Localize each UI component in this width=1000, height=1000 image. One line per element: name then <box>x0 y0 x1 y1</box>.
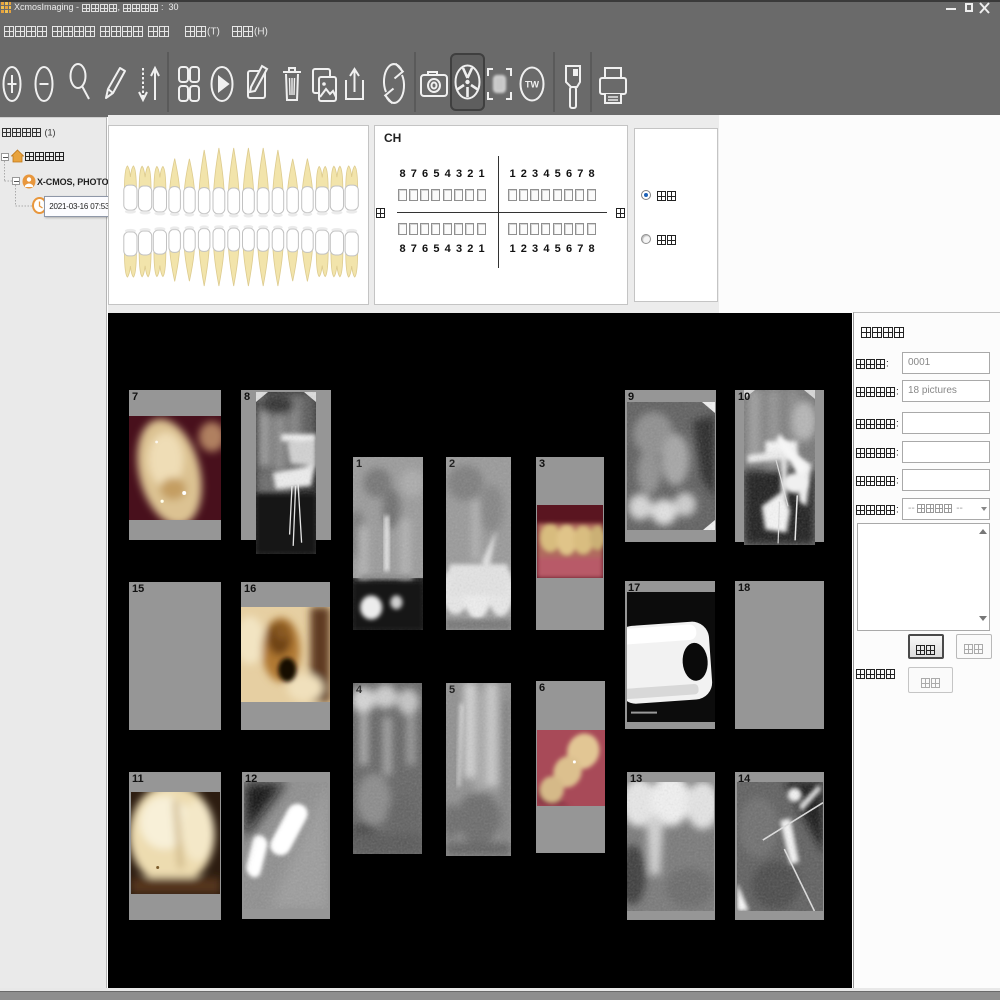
svg-text:TW: TW <box>525 80 539 90</box>
